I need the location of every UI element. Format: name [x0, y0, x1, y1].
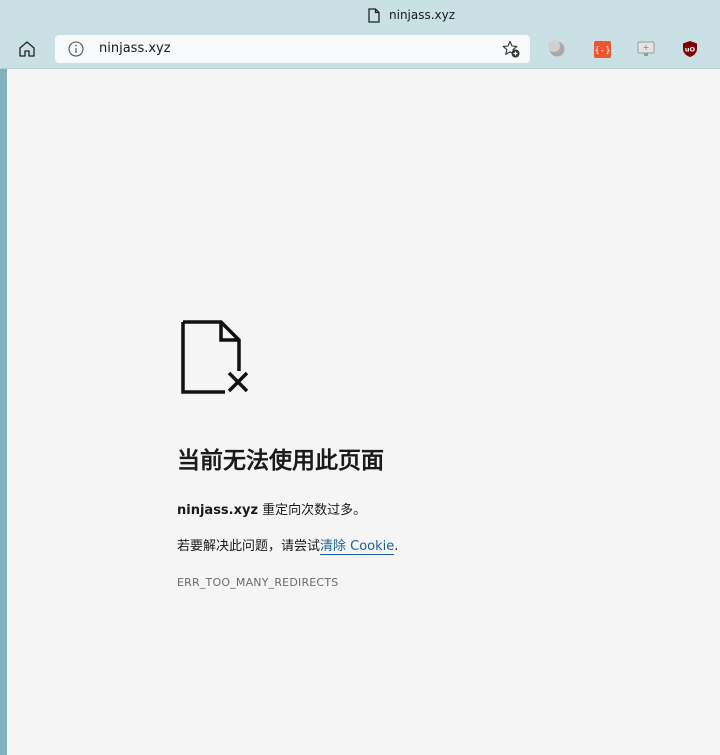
clear-cookies-link[interactable]: 清除 Cookie	[320, 539, 395, 555]
sidebar-edge	[0, 69, 7, 755]
error-hint: 若要解决此问题，请尝试清除 Cookie.	[177, 535, 399, 555]
extension-braces-button[interactable]: {-}	[593, 40, 611, 58]
svg-text:{-}: {-}	[594, 46, 610, 56]
error-heading: 当前无法使用此页面	[177, 448, 384, 474]
home-button[interactable]	[15, 38, 39, 60]
ublock-button[interactable]: uO	[681, 40, 699, 58]
url-text[interactable]: ninjass.xyz	[99, 41, 171, 56]
error-page: 当前无法使用此页面 ninjass.xyz 重定向次数过多。 若要解决此问题，请…	[7, 69, 720, 755]
tab-title: ninjass.xyz	[389, 8, 456, 22]
title-bar: ninjass.xyz	[0, 0, 720, 30]
extension-braces-icon: {-}	[593, 40, 611, 58]
browser-toolbar: ninjass.xyz {-} uO	[0, 30, 720, 69]
error-code: ERR_TOO_MANY_REDIRECTS	[177, 576, 339, 589]
hint-suffix: .	[394, 539, 399, 554]
extension-moon-icon	[548, 40, 565, 57]
error-message-text: 重定向次数过多。	[258, 503, 367, 518]
document-icon	[368, 7, 380, 23]
extension-screen-button[interactable]	[637, 40, 655, 58]
ublock-icon: uO	[683, 41, 697, 57]
home-icon	[19, 41, 35, 57]
svg-text:uO: uO	[685, 46, 696, 54]
add-favorite-icon[interactable]	[502, 40, 520, 58]
error-message: ninjass.xyz 重定向次数过多。	[177, 499, 366, 518]
active-tab[interactable]: ninjass.xyz	[368, 6, 455, 24]
extension-screen-icon	[637, 41, 655, 56]
error-host: ninjass.xyz	[177, 503, 259, 518]
info-icon[interactable]	[68, 41, 84, 57]
hint-prefix: 若要解决此问题，请尝试	[177, 539, 321, 554]
extension-moon-button[interactable]	[548, 40, 566, 58]
broken-page-icon	[181, 320, 249, 394]
address-bar[interactable]: ninjass.xyz	[55, 35, 530, 63]
